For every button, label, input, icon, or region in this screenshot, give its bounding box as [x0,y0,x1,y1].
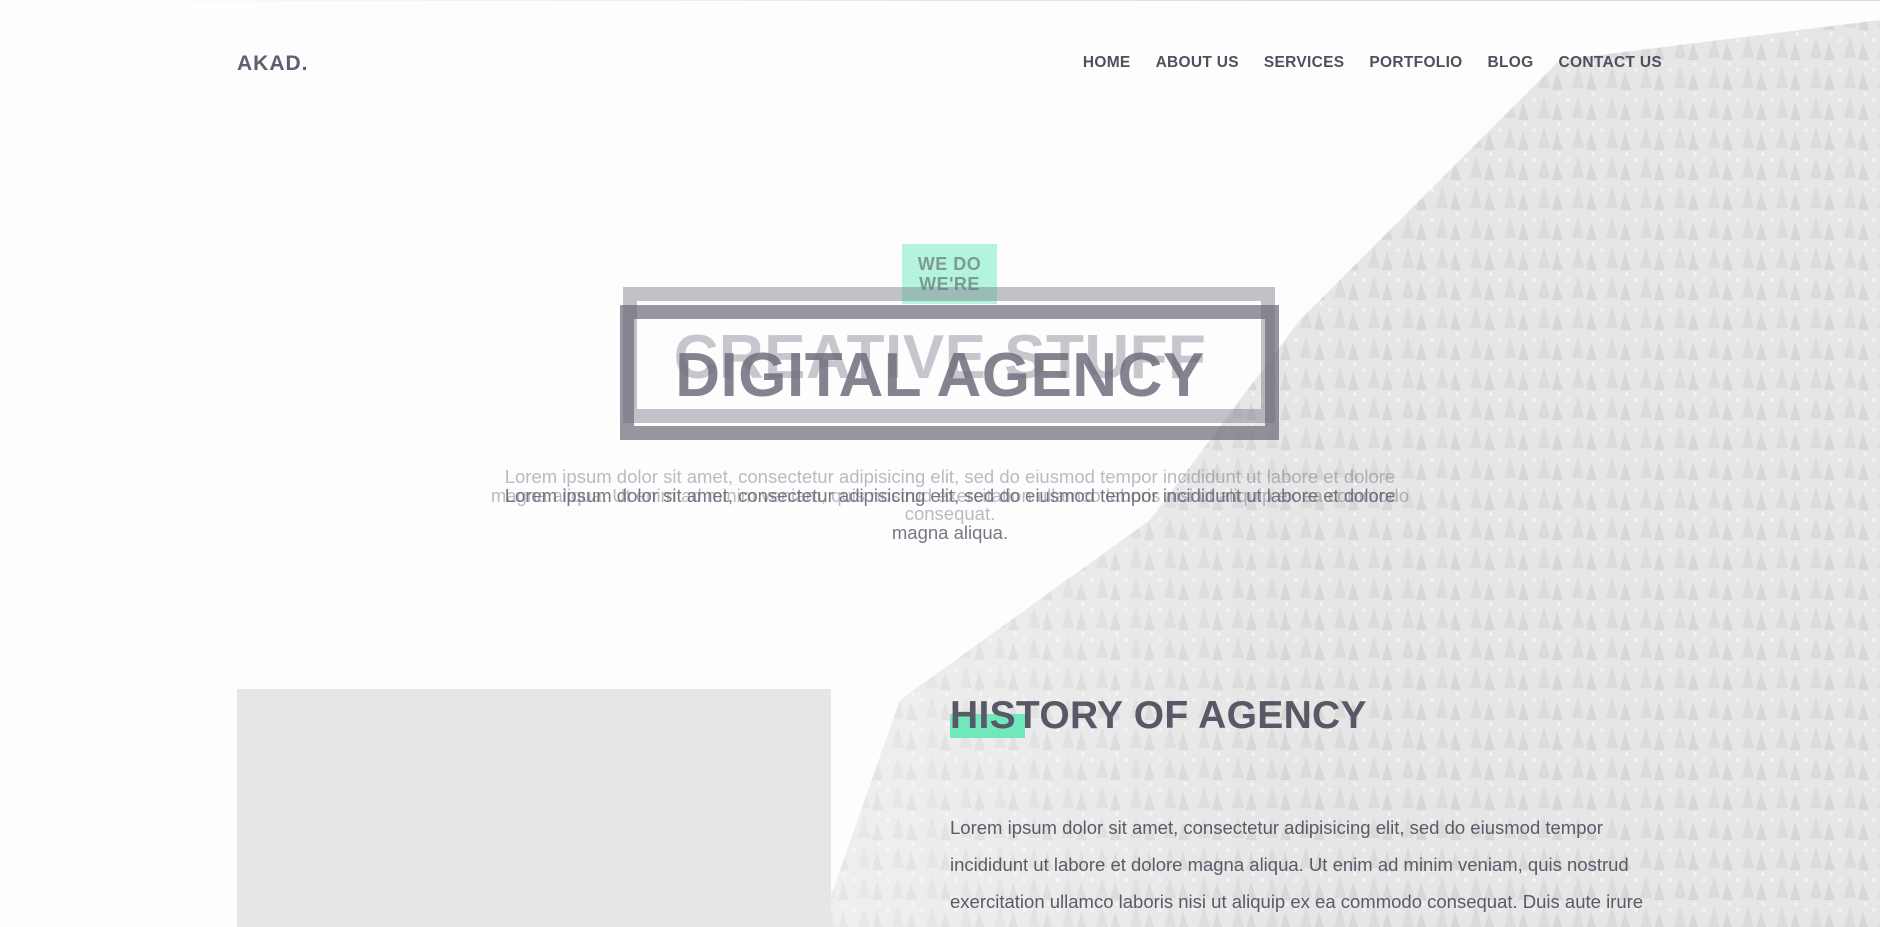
history-text: Lorem ipsum dolor sit amet, consectetur … [950,809,1650,920]
nav-contact-us[interactable]: CONTACT US [1559,54,1662,72]
history-text-line: exercitation ullamco laboris nisi ut ali… [950,891,1644,912]
nav-portfolio[interactable]: PORTFOLIO [1369,54,1462,72]
top-border [0,0,1880,1]
nav-blog[interactable]: BLOG [1488,54,1534,72]
hero-paragraph-line: magna aliqua. [891,522,1009,543]
history-text-line: incididunt ut labore et dolore magna ali… [950,854,1629,875]
site-logo[interactable]: AKAD. [237,52,309,76]
history-text-line: Lorem ipsum dolor sit amet, consectetur … [950,817,1603,838]
nav-services[interactable]: SERVICES [1264,54,1345,72]
history-image-placeholder [237,689,831,927]
history-title: HISTORY OF AGENCY [950,694,1367,737]
hero-title: DIGITAL AGENCY [675,341,1205,410]
hero-badge-ghost-text: WE DO [917,254,982,274]
nav-home[interactable]: HOME [1083,54,1131,72]
main-nav: HOME ABOUT US SERVICES PORTFOLIO BLOG CO… [1083,54,1662,72]
hero-paragraph-line: Lorem ipsum dolor sit amet, consectetur … [504,485,1396,506]
nav-about-us[interactable]: ABOUT US [1156,54,1239,72]
hero-paragraph: Lorem ipsum dolor sit amet, consectetur … [480,485,1420,543]
hero-paragraph-ghost-line: Lorem ipsum dolor sit amet, consectetur … [504,466,1396,487]
